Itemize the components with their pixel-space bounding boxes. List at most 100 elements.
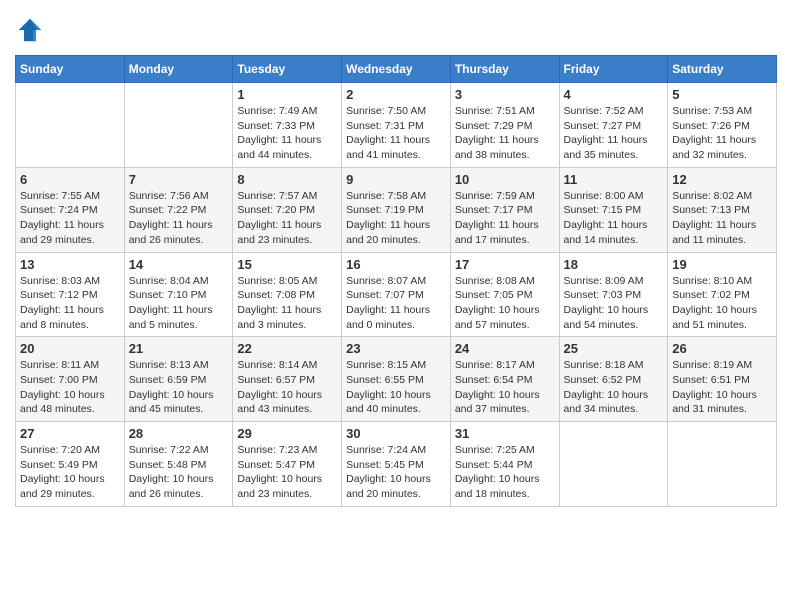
day-number: 31 (455, 426, 555, 441)
calendar-cell: 28 Sunrise: 7:22 AMSunset: 5:48 PMDayligh… (124, 422, 233, 507)
calendar-cell: 27Sunrise: 7:20 AMSunset: 5:49 PMDayligh… (16, 422, 125, 507)
calendar-cell: 5 Sunrise: 7:53 AMSunset: 7:26 PMDaylight… (668, 83, 777, 168)
day-info: Sunrise: 8:11 AMSunset: 7:00 PMDaylight:… (20, 358, 120, 417)
calendar-cell: 25 Sunrise: 8:18 AMSunset: 6:52 PMDayligh… (559, 337, 668, 422)
day-number: 5 (672, 87, 772, 102)
calendar-cell: 3 Sunrise: 7:51 AMSunset: 7:29 PMDaylight… (450, 83, 559, 168)
calendar-cell: 2Sunrise: 7:50 AMSunset: 7:31 PMDaylight… (342, 83, 451, 168)
calendar-cell: 19 Sunrise: 8:10 AMSunset: 7:02 PMDayligh… (668, 252, 777, 337)
calendar-cell: 29 Sunrise: 7:23 AMSunset: 5:47 PMDayligh… (233, 422, 342, 507)
day-info: Sunrise: 8:00 AMSunset: 7:15 PMDaylight:… (564, 189, 664, 248)
day-number: 25 (564, 341, 664, 356)
day-info: Sunrise: 7:55 AMSunset: 7:24 PMDaylight:… (20, 189, 120, 248)
calendar-cell: 14 Sunrise: 8:04 AMSunset: 7:10 PMDayligh… (124, 252, 233, 337)
day-info: Sunrise: 7:53 AMSunset: 7:26 PMDaylight:… (672, 104, 772, 163)
calendar: SundayMondayTuesdayWednesdayThursdayFrid… (15, 55, 777, 507)
calendar-cell: 24Sunrise: 8:17 AMSunset: 6:54 PMDayligh… (450, 337, 559, 422)
calendar-week-row: 27Sunrise: 7:20 AMSunset: 5:49 PMDayligh… (16, 422, 777, 507)
weekday-header: Saturday (668, 56, 777, 83)
day-info: Sunrise: 8:10 AMSunset: 7:02 PMDaylight:… (672, 274, 772, 333)
calendar-cell: 1 Sunrise: 7:49 AMSunset: 7:33 PMDaylight… (233, 83, 342, 168)
day-number: 28 (129, 426, 229, 441)
day-number: 12 (672, 172, 772, 187)
calendar-week-row: 6 Sunrise: 7:55 AMSunset: 7:24 PMDaylight… (16, 167, 777, 252)
day-info: Sunrise: 8:17 AMSunset: 6:54 PMDaylight:… (455, 358, 555, 417)
day-info: Sunrise: 8:08 AMSunset: 7:05 PMDaylight:… (455, 274, 555, 333)
day-number: 29 (237, 426, 337, 441)
day-info: Sunrise: 8:19 AMSunset: 6:51 PMDaylight:… (672, 358, 772, 417)
day-number: 22 (237, 341, 337, 356)
day-number: 21 (129, 341, 229, 356)
calendar-week-row: 1 Sunrise: 7:49 AMSunset: 7:33 PMDaylight… (16, 83, 777, 168)
day-number: 19 (672, 257, 772, 272)
day-info: Sunrise: 8:15 AMSunset: 6:55 PMDaylight:… (346, 358, 446, 417)
day-info: Sunrise: 8:03 AMSunset: 7:12 PMDaylight:… (20, 274, 120, 333)
calendar-cell: 21Sunrise: 8:13 AMSunset: 6:59 PMDayligh… (124, 337, 233, 422)
calendar-cell: 8Sunrise: 7:57 AMSunset: 7:20 PMDaylight… (233, 167, 342, 252)
calendar-cell: 6 Sunrise: 7:55 AMSunset: 7:24 PMDaylight… (16, 167, 125, 252)
logo-icon (15, 15, 45, 45)
calendar-cell: 16 Sunrise: 8:07 AMSunset: 7:07 PMDayligh… (342, 252, 451, 337)
calendar-cell: 20 Sunrise: 8:11 AMSunset: 7:00 PMDayligh… (16, 337, 125, 422)
calendar-cell: 4 Sunrise: 7:52 AMSunset: 7:27 PMDaylight… (559, 83, 668, 168)
day-info: Sunrise: 8:04 AMSunset: 7:10 PMDaylight:… (129, 274, 229, 333)
day-info: Sunrise: 7:23 AMSunset: 5:47 PMDaylight:… (237, 443, 337, 502)
day-info: Sunrise: 7:20 AMSunset: 5:49 PMDaylight:… (20, 443, 120, 502)
day-info: Sunrise: 7:50 AMSunset: 7:31 PMDaylight:… (346, 104, 446, 163)
day-info: Sunrise: 7:22 AMSunset: 5:48 PMDaylight:… (129, 443, 229, 502)
day-number: 20 (20, 341, 120, 356)
day-info: Sunrise: 8:09 AMSunset: 7:03 PMDaylight:… (564, 274, 664, 333)
day-number: 1 (237, 87, 337, 102)
calendar-cell: 26 Sunrise: 8:19 AMSunset: 6:51 PMDayligh… (668, 337, 777, 422)
page-header (15, 15, 777, 45)
day-number: 8 (237, 172, 337, 187)
calendar-cell: 31 Sunrise: 7:25 AMSunset: 5:44 PMDayligh… (450, 422, 559, 507)
calendar-cell (559, 422, 668, 507)
calendar-cell: 11Sunrise: 8:00 AMSunset: 7:15 PMDayligh… (559, 167, 668, 252)
day-number: 30 (346, 426, 446, 441)
day-number: 7 (129, 172, 229, 187)
day-number: 3 (455, 87, 555, 102)
calendar-cell (124, 83, 233, 168)
day-number: 23 (346, 341, 446, 356)
calendar-body: 1 Sunrise: 7:49 AMSunset: 7:33 PMDaylight… (16, 83, 777, 507)
day-number: 9 (346, 172, 446, 187)
day-info: Sunrise: 7:52 AMSunset: 7:27 PMDaylight:… (564, 104, 664, 163)
logo (15, 15, 50, 45)
calendar-cell: 18 Sunrise: 8:09 AMSunset: 7:03 PMDayligh… (559, 252, 668, 337)
day-info: Sunrise: 8:07 AMSunset: 7:07 PMDaylight:… (346, 274, 446, 333)
day-info: Sunrise: 8:18 AMSunset: 6:52 PMDaylight:… (564, 358, 664, 417)
day-number: 17 (455, 257, 555, 272)
day-info: Sunrise: 7:58 AMSunset: 7:19 PMDaylight:… (346, 189, 446, 248)
calendar-cell: 7Sunrise: 7:56 AMSunset: 7:22 PMDaylight… (124, 167, 233, 252)
day-number: 26 (672, 341, 772, 356)
day-number: 15 (237, 257, 337, 272)
weekday-header: Wednesday (342, 56, 451, 83)
day-info: Sunrise: 7:49 AMSunset: 7:33 PMDaylight:… (237, 104, 337, 163)
weekday-header: Tuesday (233, 56, 342, 83)
calendar-cell: 17 Sunrise: 8:08 AMSunset: 7:05 PMDayligh… (450, 252, 559, 337)
weekday-header: Sunday (16, 56, 125, 83)
day-info: Sunrise: 7:59 AMSunset: 7:17 PMDaylight:… (455, 189, 555, 248)
weekday-header: Friday (559, 56, 668, 83)
calendar-cell: 22Sunrise: 8:14 AMSunset: 6:57 PMDayligh… (233, 337, 342, 422)
calendar-cell: 15 Sunrise: 8:05 AMSunset: 7:08 PMDayligh… (233, 252, 342, 337)
day-number: 14 (129, 257, 229, 272)
calendar-cell (16, 83, 125, 168)
calendar-cell: 10 Sunrise: 7:59 AMSunset: 7:17 PMDayligh… (450, 167, 559, 252)
weekday-header: Thursday (450, 56, 559, 83)
day-info: Sunrise: 8:05 AMSunset: 7:08 PMDaylight:… (237, 274, 337, 333)
calendar-header: SundayMondayTuesdayWednesdayThursdayFrid… (16, 56, 777, 83)
calendar-cell: 13Sunrise: 8:03 AMSunset: 7:12 PMDayligh… (16, 252, 125, 337)
weekday-header: Monday (124, 56, 233, 83)
day-number: 10 (455, 172, 555, 187)
calendar-week-row: 13Sunrise: 8:03 AMSunset: 7:12 PMDayligh… (16, 252, 777, 337)
day-info: Sunrise: 7:51 AMSunset: 7:29 PMDaylight:… (455, 104, 555, 163)
day-info: Sunrise: 8:02 AMSunset: 7:13 PMDaylight:… (672, 189, 772, 248)
calendar-cell: 12 Sunrise: 8:02 AMSunset: 7:13 PMDayligh… (668, 167, 777, 252)
day-number: 18 (564, 257, 664, 272)
day-number: 16 (346, 257, 446, 272)
day-number: 6 (20, 172, 120, 187)
day-info: Sunrise: 7:25 AMSunset: 5:44 PMDaylight:… (455, 443, 555, 502)
day-number: 4 (564, 87, 664, 102)
